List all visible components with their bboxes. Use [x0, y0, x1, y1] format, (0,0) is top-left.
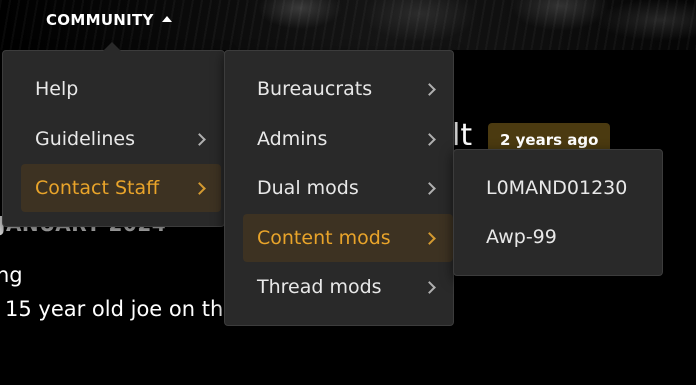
menu-item-label: Guidelines — [35, 128, 135, 150]
menu-item-label: Contact Staff — [35, 177, 160, 199]
menu-item-guidelines[interactable]: Guidelines — [21, 115, 206, 163]
chevron-right-icon — [423, 132, 436, 146]
menu-item-label: Content mods — [257, 227, 391, 249]
menu-item-label: Thread mods — [257, 276, 382, 298]
post-title-fragment-right: lt — [452, 118, 473, 153]
post-text-line: ng — [0, 263, 23, 287]
chevron-right-icon — [193, 132, 206, 146]
content-mods-submenu: L0MAND01230 Awp-99 — [453, 149, 663, 276]
contact-staff-submenu: Bureaucrats Admins Dual mods Content mod… — [224, 50, 454, 326]
chevron-right-icon — [423, 280, 436, 294]
chevron-right-icon — [423, 181, 436, 195]
post-text-line: 15 year old joe on th — [5, 297, 224, 321]
menu-item-label: Awp-99 — [486, 226, 557, 248]
menu-item-thread-mods[interactable]: Thread mods — [243, 263, 452, 311]
menu-item-content-mods[interactable]: Content mods — [243, 214, 453, 262]
chevron-right-icon — [193, 181, 206, 195]
chevron-right-icon — [423, 231, 436, 245]
chevron-right-icon — [423, 82, 436, 96]
community-label: COMMUNITY — [46, 11, 154, 29]
menu-item-user[interactable]: Awp-99 — [472, 213, 657, 261]
menu-item-label: Help — [35, 78, 79, 100]
menu-item-help[interactable]: Help — [21, 65, 206, 113]
caret-up-icon — [161, 16, 172, 22]
menu-item-label: L0MAND01230 — [486, 177, 628, 199]
menu-item-user[interactable]: L0MAND01230 — [472, 164, 657, 212]
community-nav-button[interactable]: COMMUNITY — [46, 10, 172, 30]
menu-item-label: Admins — [257, 128, 328, 150]
menu-item-bureaucrats[interactable]: Bureaucrats — [243, 65, 452, 113]
menu-item-contact-staff[interactable]: Contact Staff — [21, 164, 221, 212]
menu-item-admins[interactable]: Admins — [243, 115, 452, 163]
menu-item-label: Dual mods — [257, 177, 359, 199]
page: COMMUNITY l lt 2 years ago JANUARY 2024 … — [0, 0, 696, 385]
menu-item-dual-mods[interactable]: Dual mods — [243, 164, 452, 212]
menu-item-label: Bureaucrats — [257, 78, 373, 100]
community-dropdown-menu: Help Guidelines Contact Staff — [2, 42, 225, 227]
